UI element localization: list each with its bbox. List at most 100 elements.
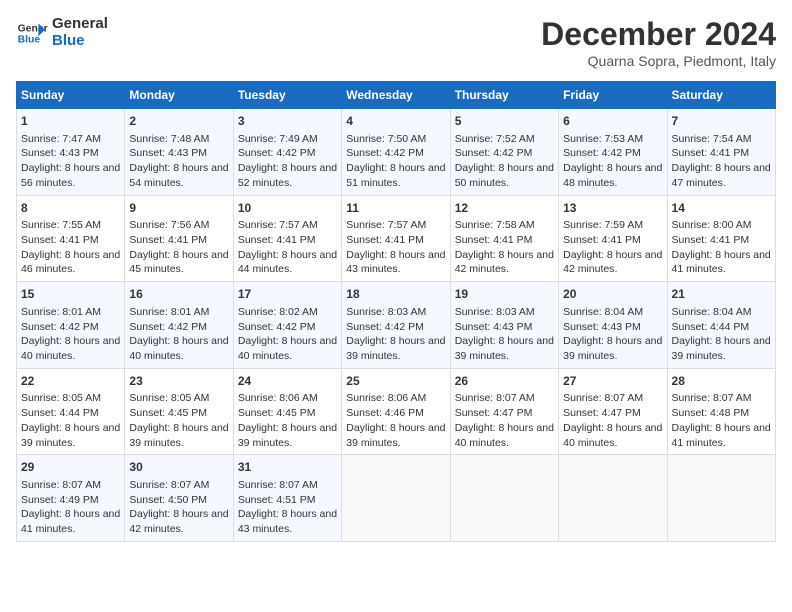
- sunrise-label: Sunrise: 7:56 AM: [129, 219, 209, 231]
- sunrise-label: Sunrise: 8:06 AM: [346, 392, 426, 404]
- day-number: 15: [21, 286, 120, 303]
- daylight-label: Daylight: 8 hours and 39 minutes.: [455, 335, 554, 362]
- day-number: 14: [672, 200, 771, 217]
- sunset-label: Sunset: 4:45 PM: [129, 407, 207, 419]
- daylight-label: Daylight: 8 hours and 45 minutes.: [129, 249, 228, 276]
- calendar-cell: 19 Sunrise: 8:03 AM Sunset: 4:43 PM Dayl…: [450, 282, 558, 369]
- day-number: 25: [346, 373, 445, 390]
- sunset-label: Sunset: 4:42 PM: [346, 321, 424, 333]
- sunrise-label: Sunrise: 7:57 AM: [238, 219, 318, 231]
- sunset-label: Sunset: 4:47 PM: [563, 407, 641, 419]
- calendar-table: SundayMondayTuesdayWednesdayThursdayFrid…: [16, 81, 776, 542]
- calendar-cell: 4 Sunrise: 7:50 AM Sunset: 4:42 PM Dayli…: [342, 109, 450, 196]
- calendar-cell: 24 Sunrise: 8:06 AM Sunset: 4:45 PM Dayl…: [233, 368, 341, 455]
- sunrise-label: Sunrise: 8:07 AM: [563, 392, 643, 404]
- calendar-cell: 14 Sunrise: 8:00 AM Sunset: 4:41 PM Dayl…: [667, 195, 775, 282]
- calendar-cell: 9 Sunrise: 7:56 AM Sunset: 4:41 PM Dayli…: [125, 195, 233, 282]
- calendar-cell: 17 Sunrise: 8:02 AM Sunset: 4:42 PM Dayl…: [233, 282, 341, 369]
- day-number: 21: [672, 286, 771, 303]
- day-number: 27: [563, 373, 662, 390]
- calendar-cell: 28 Sunrise: 8:07 AM Sunset: 4:48 PM Dayl…: [667, 368, 775, 455]
- sunset-label: Sunset: 4:42 PM: [129, 321, 207, 333]
- day-number: 29: [21, 459, 120, 476]
- calendar-cell: 23 Sunrise: 8:05 AM Sunset: 4:45 PM Dayl…: [125, 368, 233, 455]
- logo-icon: General Blue: [16, 17, 48, 49]
- header-wednesday: Wednesday: [342, 82, 450, 109]
- calendar-cell: 7 Sunrise: 7:54 AM Sunset: 4:41 PM Dayli…: [667, 109, 775, 196]
- calendar-cell: [667, 455, 775, 542]
- sunrise-label: Sunrise: 7:48 AM: [129, 133, 209, 145]
- calendar-cell: 20 Sunrise: 8:04 AM Sunset: 4:43 PM Dayl…: [559, 282, 667, 369]
- day-number: 18: [346, 286, 445, 303]
- title-area: December 2024 Quarna Sopra, Piedmont, It…: [541, 16, 776, 69]
- sunrise-label: Sunrise: 8:01 AM: [129, 306, 209, 318]
- daylight-label: Daylight: 8 hours and 39 minutes.: [346, 335, 445, 362]
- calendar-cell: 2 Sunrise: 7:48 AM Sunset: 4:43 PM Dayli…: [125, 109, 233, 196]
- daylight-label: Daylight: 8 hours and 39 minutes.: [563, 335, 662, 362]
- day-number: 12: [455, 200, 554, 217]
- sunrise-label: Sunrise: 8:00 AM: [672, 219, 752, 231]
- sunrise-label: Sunrise: 7:54 AM: [672, 133, 752, 145]
- sunset-label: Sunset: 4:51 PM: [238, 494, 316, 506]
- daylight-label: Daylight: 8 hours and 42 minutes.: [563, 249, 662, 276]
- calendar-cell: 22 Sunrise: 8:05 AM Sunset: 4:44 PM Dayl…: [17, 368, 125, 455]
- header-sunday: Sunday: [17, 82, 125, 109]
- sunrise-label: Sunrise: 7:52 AM: [455, 133, 535, 145]
- day-number: 19: [455, 286, 554, 303]
- sunset-label: Sunset: 4:41 PM: [21, 234, 99, 246]
- day-number: 20: [563, 286, 662, 303]
- day-number: 1: [21, 113, 120, 130]
- day-number: 16: [129, 286, 228, 303]
- calendar-cell: 15 Sunrise: 8:01 AM Sunset: 4:42 PM Dayl…: [17, 282, 125, 369]
- daylight-label: Daylight: 8 hours and 41 minutes.: [21, 508, 120, 535]
- sunset-label: Sunset: 4:43 PM: [129, 147, 207, 159]
- calendar-cell: 1 Sunrise: 7:47 AM Sunset: 4:43 PM Dayli…: [17, 109, 125, 196]
- daylight-label: Daylight: 8 hours and 42 minutes.: [129, 508, 228, 535]
- sunrise-label: Sunrise: 7:49 AM: [238, 133, 318, 145]
- calendar-cell: 31 Sunrise: 8:07 AM Sunset: 4:51 PM Dayl…: [233, 455, 341, 542]
- sunset-label: Sunset: 4:41 PM: [455, 234, 533, 246]
- daylight-label: Daylight: 8 hours and 43 minutes.: [238, 508, 337, 535]
- day-number: 26: [455, 373, 554, 390]
- sunrise-label: Sunrise: 7:55 AM: [21, 219, 101, 231]
- sunset-label: Sunset: 4:46 PM: [346, 407, 424, 419]
- location: Quarna Sopra, Piedmont, Italy: [541, 53, 776, 69]
- daylight-label: Daylight: 8 hours and 39 minutes.: [346, 422, 445, 449]
- sunrise-label: Sunrise: 8:07 AM: [672, 392, 752, 404]
- logo-line2: Blue: [52, 33, 108, 50]
- daylight-label: Daylight: 8 hours and 48 minutes.: [563, 162, 662, 189]
- calendar-week-row: 22 Sunrise: 8:05 AM Sunset: 4:44 PM Dayl…: [17, 368, 776, 455]
- daylight-label: Daylight: 8 hours and 40 minutes.: [238, 335, 337, 362]
- daylight-label: Daylight: 8 hours and 43 minutes.: [346, 249, 445, 276]
- calendar-cell: 30 Sunrise: 8:07 AM Sunset: 4:50 PM Dayl…: [125, 455, 233, 542]
- sunset-label: Sunset: 4:42 PM: [346, 147, 424, 159]
- calendar-cell: [450, 455, 558, 542]
- sunrise-label: Sunrise: 8:02 AM: [238, 306, 318, 318]
- calendar-week-row: 15 Sunrise: 8:01 AM Sunset: 4:42 PM Dayl…: [17, 282, 776, 369]
- daylight-label: Daylight: 8 hours and 39 minutes.: [672, 335, 771, 362]
- day-number: 8: [21, 200, 120, 217]
- sunrise-label: Sunrise: 8:07 AM: [455, 392, 535, 404]
- calendar-cell: 18 Sunrise: 8:03 AM Sunset: 4:42 PM Dayl…: [342, 282, 450, 369]
- month-title: December 2024: [541, 16, 776, 53]
- sunset-label: Sunset: 4:42 PM: [563, 147, 641, 159]
- sunset-label: Sunset: 4:43 PM: [455, 321, 533, 333]
- daylight-label: Daylight: 8 hours and 44 minutes.: [238, 249, 337, 276]
- daylight-label: Daylight: 8 hours and 51 minutes.: [346, 162, 445, 189]
- sunrise-label: Sunrise: 8:07 AM: [129, 479, 209, 491]
- sunset-label: Sunset: 4:41 PM: [672, 147, 750, 159]
- header-monday: Monday: [125, 82, 233, 109]
- sunset-label: Sunset: 4:50 PM: [129, 494, 207, 506]
- calendar-cell: 27 Sunrise: 8:07 AM Sunset: 4:47 PM Dayl…: [559, 368, 667, 455]
- day-number: 5: [455, 113, 554, 130]
- calendar-week-row: 1 Sunrise: 7:47 AM Sunset: 4:43 PM Dayli…: [17, 109, 776, 196]
- sunrise-label: Sunrise: 7:53 AM: [563, 133, 643, 145]
- sunrise-label: Sunrise: 8:01 AM: [21, 306, 101, 318]
- daylight-label: Daylight: 8 hours and 50 minutes.: [455, 162, 554, 189]
- sunset-label: Sunset: 4:41 PM: [129, 234, 207, 246]
- logo-line1: General: [52, 16, 108, 33]
- calendar-cell: 11 Sunrise: 7:57 AM Sunset: 4:41 PM Dayl…: [342, 195, 450, 282]
- sunset-label: Sunset: 4:49 PM: [21, 494, 99, 506]
- daylight-label: Daylight: 8 hours and 46 minutes.: [21, 249, 120, 276]
- day-number: 17: [238, 286, 337, 303]
